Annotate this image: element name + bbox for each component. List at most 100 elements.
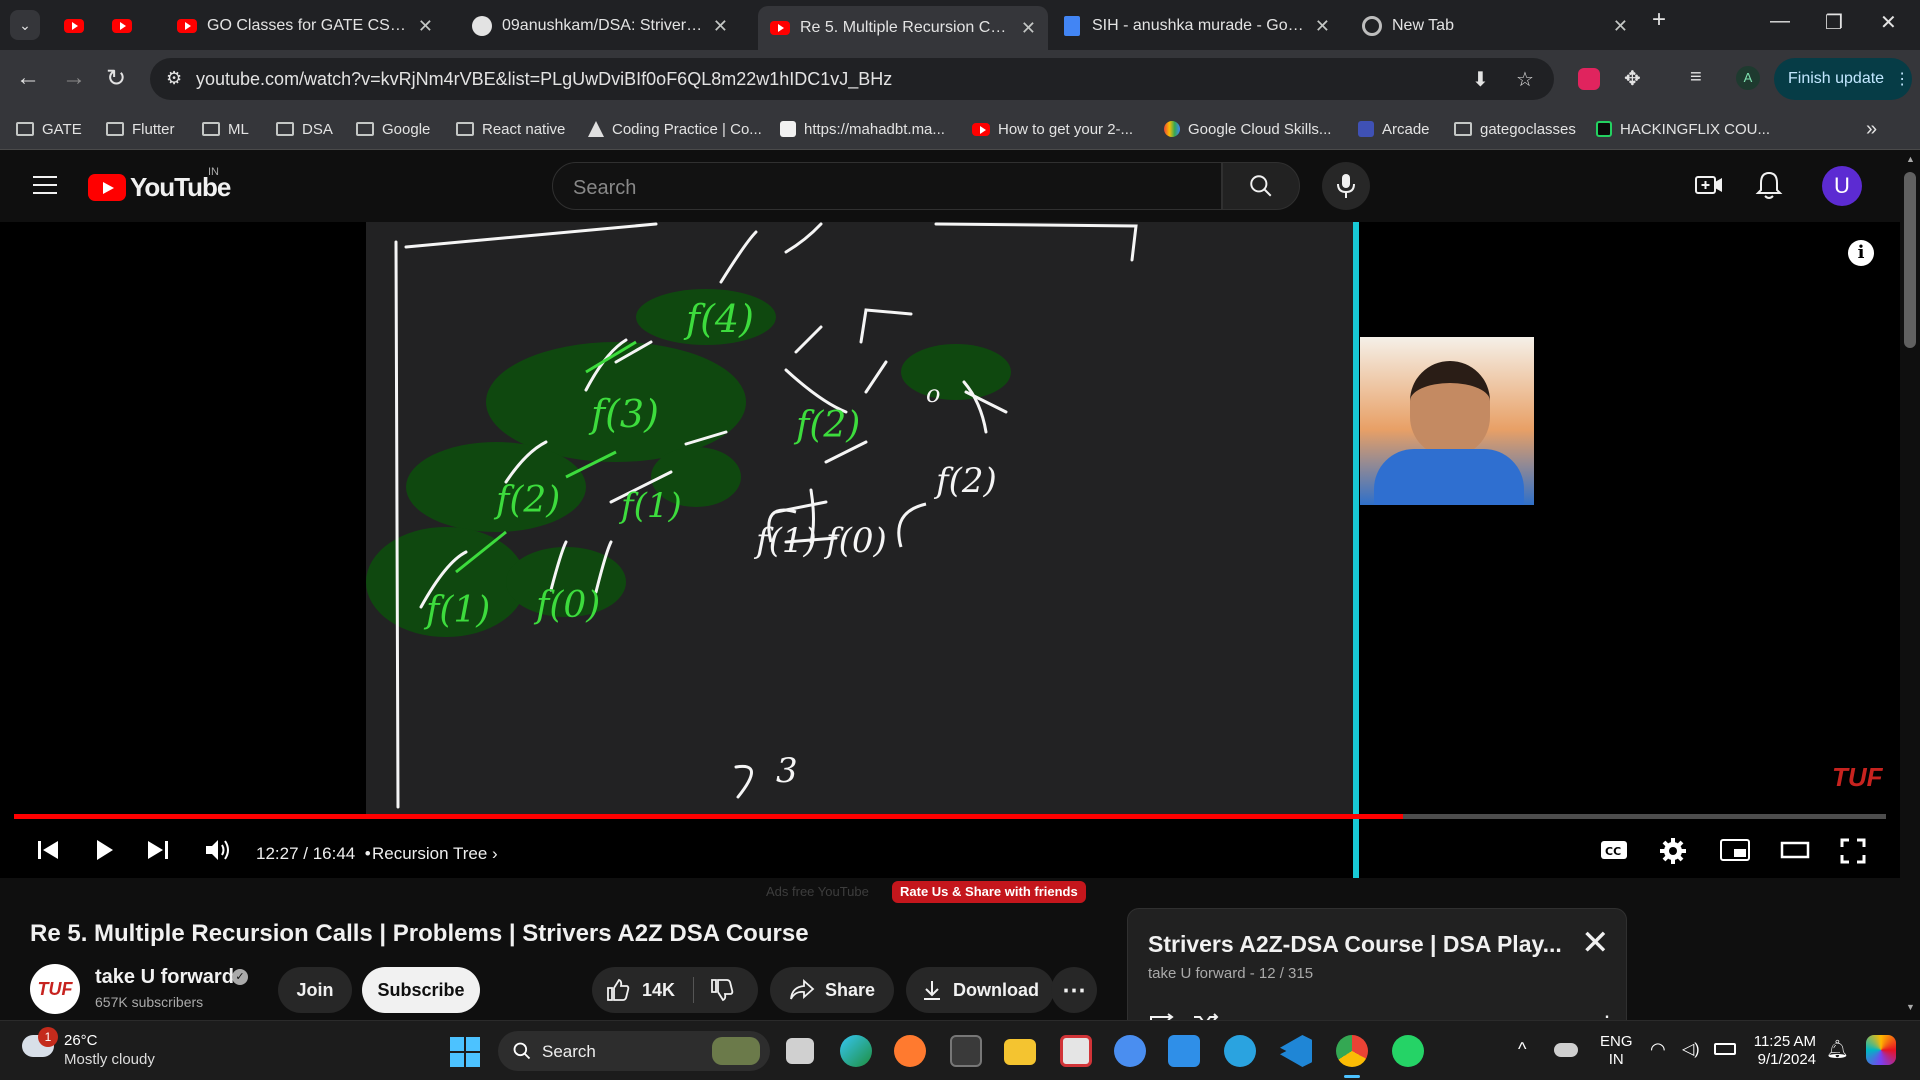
- bookmark-dsa[interactable]: DSA: [276, 116, 333, 142]
- speaker-icon[interactable]: ◁): [1682, 1039, 1700, 1059]
- new-tab-button[interactable]: +: [1652, 6, 1666, 34]
- battery-icon[interactable]: [1714, 1043, 1736, 1055]
- join-button[interactable]: Join: [278, 967, 352, 1013]
- close-icon[interactable]: ✕: [1021, 18, 1036, 39]
- restore-button[interactable]: ❐: [1825, 10, 1843, 35]
- bookmark-flutter[interactable]: Flutter: [106, 116, 175, 142]
- miniplayer-icon[interactable]: [1720, 838, 1750, 862]
- channel-name[interactable]: take U forward: [95, 966, 234, 989]
- volume-icon[interactable]: [204, 838, 232, 862]
- rate-share-chip[interactable]: Rate Us & Share with friends: [892, 881, 1086, 903]
- tab-github-dsa[interactable]: 09anushkam/DSA: Striver's DSA ✕: [460, 8, 740, 44]
- more-bookmarks-icon[interactable]: »: [1866, 116, 1877, 142]
- back-button[interactable]: ←: [16, 64, 40, 92]
- tab-google-doc[interactable]: SIH - anushka murade - Google ✕: [1052, 8, 1342, 44]
- chapter-button[interactable]: Recursion Tree ›: [372, 844, 498, 864]
- scroll-up-icon[interactable]: ▲: [1906, 154, 1915, 164]
- bookmark-star-icon[interactable]: ☆: [1516, 67, 1534, 92]
- channel-avatar[interactable]: TUF: [30, 964, 80, 1014]
- download-button[interactable]: Download: [906, 967, 1054, 1013]
- bookmark-mahadbt[interactable]: https://mahadbt.ma...: [780, 116, 945, 142]
- address-bar[interactable]: ⚙ youtube.com/watch?v=kvRjNm4rVBE&list=P…: [150, 58, 1554, 100]
- account-avatar[interactable]: U: [1822, 166, 1862, 206]
- bookmark-react-native[interactable]: React native: [456, 116, 565, 142]
- settings-gear-icon[interactable]: [1660, 838, 1686, 864]
- forward-button[interactable]: →: [62, 64, 86, 92]
- clock[interactable]: 11:25 AM 9/1/2024: [1752, 1033, 1816, 1069]
- captions-icon[interactable]: CC: [1600, 838, 1628, 862]
- voice-search-button[interactable]: [1322, 162, 1370, 210]
- subscribe-button[interactable]: Subscribe: [362, 967, 480, 1013]
- onedrive-icon[interactable]: [1554, 1043, 1578, 1057]
- close-icon[interactable]: ✕: [1613, 16, 1628, 37]
- bookmark-gategoclasses[interactable]: gategoclasses: [1454, 116, 1576, 142]
- wifi-icon[interactable]: ◠: [1650, 1039, 1666, 1060]
- channel-watermark[interactable]: TUF: [1832, 762, 1883, 793]
- playlist-title[interactable]: Strivers A2Z-DSA Course | DSA Play...: [1148, 931, 1562, 958]
- task-view-icon[interactable]: [786, 1038, 814, 1064]
- show-hidden-icons[interactable]: ^: [1518, 1039, 1526, 1060]
- close-icon[interactable]: ✕: [418, 16, 433, 37]
- weather-temperature[interactable]: 26°C: [64, 1032, 98, 1049]
- bookmark-coding-practice[interactable]: Coding Practice | Co...: [588, 116, 762, 142]
- extensions-puzzle-icon[interactable]: ✥: [1624, 66, 1641, 91]
- close-icon[interactable]: ✕: [1315, 16, 1330, 37]
- app-store-icon[interactable]: [1114, 1035, 1146, 1067]
- file-explorer-icon[interactable]: [1004, 1039, 1036, 1065]
- snipping-tool-icon[interactable]: [1060, 1035, 1092, 1067]
- weather-description[interactable]: Mostly cloudy: [64, 1051, 155, 1068]
- bookmark-ml[interactable]: ML: [202, 116, 249, 142]
- info-icon[interactable]: i: [1848, 240, 1874, 266]
- photos-icon[interactable]: [1168, 1035, 1200, 1067]
- tab-youtube-2[interactable]: [100, 8, 140, 44]
- tab-go-classes[interactable]: GO Classes for GATE CS - YouTu ✕: [165, 8, 445, 44]
- next-icon[interactable]: [146, 838, 170, 862]
- video-player[interactable]: 3 f(0) f(1) f(2) o f(4) f(3) f(2) f(1) f…: [0, 222, 1900, 878]
- fullscreen-icon[interactable]: [1840, 838, 1866, 864]
- page-scrollbar[interactable]: ▲ ▼: [1900, 150, 1920, 1020]
- tab-search-button[interactable]: ⌄: [10, 10, 40, 40]
- tab-youtube-1[interactable]: [52, 8, 92, 44]
- minimize-button[interactable]: —: [1770, 10, 1790, 33]
- video-frame[interactable]: 3 f(0) f(1) f(2) o f(4) f(3) f(2) f(1) f…: [366, 222, 1356, 814]
- close-icon[interactable]: ✕: [1581, 923, 1610, 963]
- share-button[interactable]: Share: [770, 967, 894, 1013]
- language-indicator[interactable]: ENG IN: [1600, 1033, 1633, 1069]
- close-window-button[interactable]: ✕: [1880, 10, 1897, 35]
- bookmark-google[interactable]: Google: [356, 116, 430, 142]
- progress-bar[interactable]: [14, 814, 1886, 819]
- finish-update-button[interactable]: Finish update ⋮: [1774, 58, 1912, 100]
- install-app-icon[interactable]: ⬇: [1472, 67, 1489, 92]
- drawing-app-icon[interactable]: [894, 1035, 926, 1067]
- thumbs-down-icon[interactable]: [710, 978, 734, 1002]
- search-button[interactable]: [1222, 162, 1300, 210]
- url-text[interactable]: youtube.com/watch?v=kvRjNm4rVBE&list=PLg…: [196, 69, 892, 90]
- notification-bell-icon[interactable]: 🔔︎: [1826, 1039, 1849, 1060]
- tab-new-tab[interactable]: New Tab ✕: [1350, 8, 1640, 44]
- create-video-icon[interactable]: [1694, 170, 1724, 200]
- bookmark-arcade[interactable]: Arcade: [1358, 116, 1430, 142]
- play-icon[interactable]: [92, 838, 116, 862]
- media-controls-icon[interactable]: ≡: [1690, 66, 1702, 89]
- notifications-bell-icon[interactable]: [1755, 170, 1783, 200]
- close-icon[interactable]: ✕: [713, 16, 728, 37]
- bookmark-hackingflix[interactable]: HACKINGFLIX COU...: [1596, 116, 1770, 142]
- bookmark-how-to-get[interactable]: How to get your 2-...: [972, 116, 1133, 142]
- tab-active-video[interactable]: Re 5. Multiple Recursion Calls | ✕: [758, 6, 1048, 50]
- whatsapp-icon[interactable]: [1392, 1035, 1424, 1067]
- windows-start-icon[interactable]: [450, 1037, 480, 1067]
- youtube-logo[interactable]: YouTube IN: [88, 166, 231, 203]
- extension-icon[interactable]: [1578, 68, 1600, 90]
- profile-avatar[interactable]: A: [1736, 66, 1760, 90]
- terminal-icon[interactable]: [950, 1035, 982, 1067]
- scrollbar-thumb[interactable]: [1904, 172, 1916, 348]
- telegram-icon[interactable]: [1224, 1035, 1256, 1067]
- chrome-icon[interactable]: [1336, 1035, 1368, 1067]
- menu-icon[interactable]: [33, 176, 57, 200]
- site-info-icon[interactable]: ⚙: [166, 68, 182, 89]
- bookmark-google-cloud[interactable]: Google Cloud Skills...: [1164, 116, 1331, 142]
- bookmark-gate[interactable]: GATE: [16, 116, 82, 142]
- search-input[interactable]: Search: [552, 162, 1222, 210]
- edge-icon[interactable]: [840, 1035, 872, 1067]
- previous-icon[interactable]: [36, 838, 60, 862]
